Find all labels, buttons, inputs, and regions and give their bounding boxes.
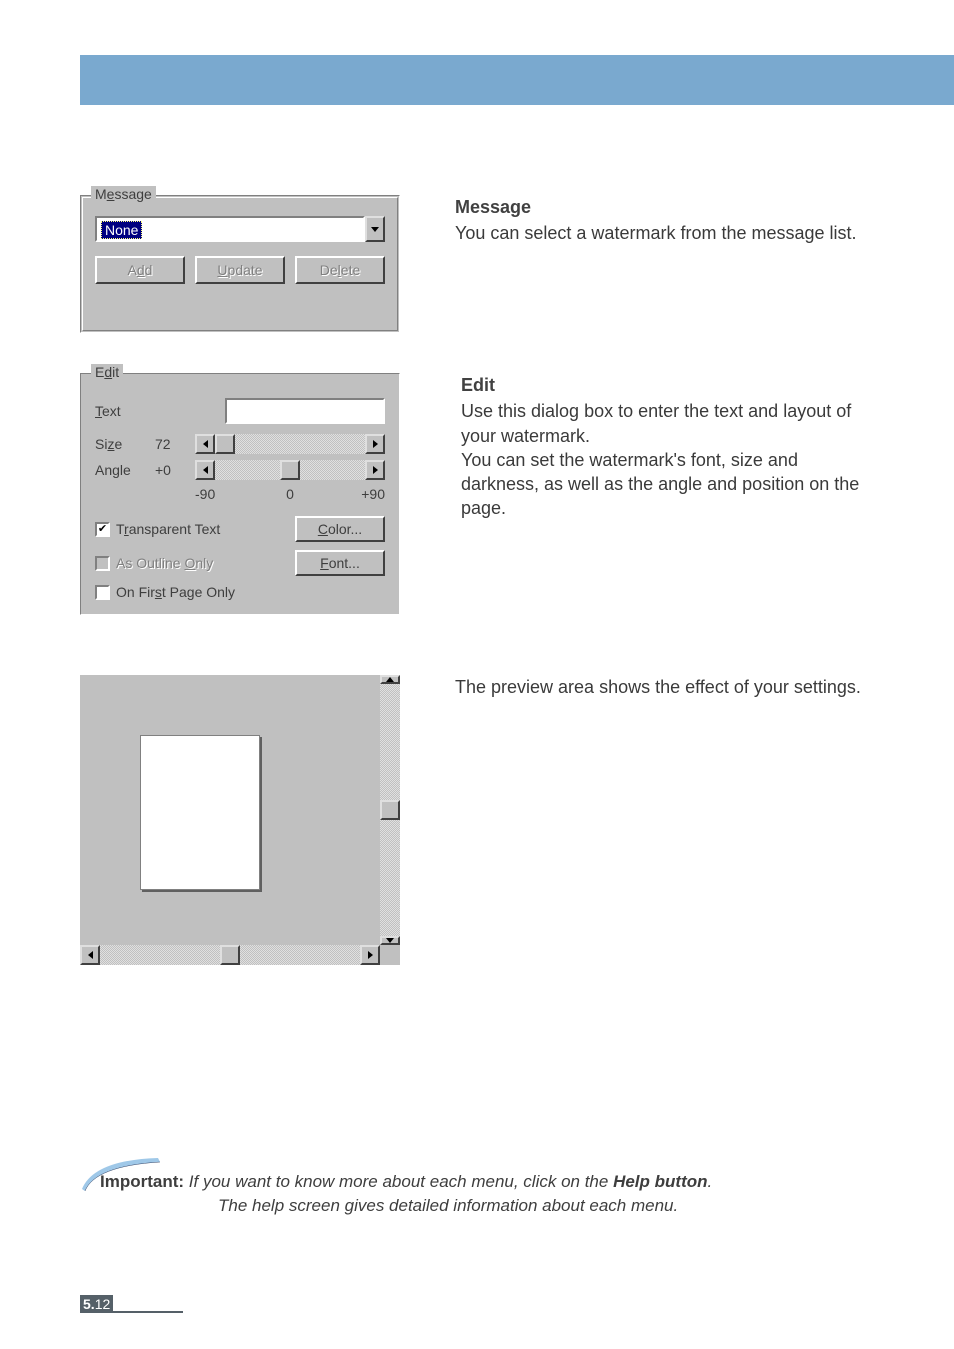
angle-value: +0 (155, 462, 195, 478)
firstpage-label: On First Page Only (116, 584, 235, 600)
preview-panel (80, 675, 400, 965)
message-dropdown-arrow[interactable] (365, 216, 385, 242)
preview-hscrollbar[interactable] (80, 945, 380, 965)
header-band (80, 55, 954, 105)
footer-rule (113, 1311, 183, 1313)
scroll-left-icon[interactable] (195, 460, 215, 480)
text-input[interactable] (225, 398, 385, 424)
note-line2: The help screen gives detailed informati… (100, 1194, 874, 1219)
font-button[interactable]: Font... (295, 550, 385, 576)
scroll-corner (380, 945, 400, 965)
scroll-left-icon[interactable] (80, 945, 100, 965)
message-dropdown-value: None (101, 221, 142, 239)
delete-button[interactable]: Delete (295, 256, 385, 284)
preview-canvas (80, 675, 380, 945)
firstpage-checkbox[interactable] (95, 585, 110, 600)
text-label: Text (95, 403, 155, 419)
preview-body: The preview area shows the effect of you… (455, 675, 874, 699)
edit-body-1: Use this dialog box to enter the text an… (461, 399, 874, 448)
size-label: Size (95, 436, 155, 452)
page-footer: 5.12 (80, 1295, 183, 1313)
angle-scrollbar[interactable] (195, 460, 385, 480)
message-group-legend: Message (91, 186, 156, 202)
scroll-left-icon[interactable] (195, 434, 215, 454)
edit-body-2: You can set the watermark's font, size a… (461, 448, 874, 521)
important-note: Important: If you want to know more abou… (100, 1170, 874, 1219)
size-value: 72 (155, 436, 195, 452)
edit-heading: Edit (461, 373, 874, 397)
edit-group-legend: Edit (91, 364, 123, 380)
outline-label: As Outline Only (116, 555, 213, 571)
preview-section: The preview area shows the effect of you… (80, 675, 874, 965)
size-scrollbar[interactable] (195, 434, 385, 454)
scroll-up-icon[interactable] (380, 675, 400, 684)
message-groupbox: Message None Add Update Delete (80, 195, 400, 333)
edit-groupbox: Edit Text Size 72 Angle +0 (80, 373, 400, 615)
message-dropdown[interactable]: None (95, 216, 365, 242)
preview-page (140, 735, 260, 890)
note-line1b: . (708, 1172, 713, 1191)
scroll-right-icon[interactable] (365, 434, 385, 454)
help-button-text: Help button (613, 1172, 707, 1191)
angle-label: Angle (95, 462, 155, 478)
message-body: You can select a watermark from the mess… (455, 221, 874, 245)
message-section: Message None Add Update Delete (80, 195, 874, 333)
scroll-right-icon[interactable] (365, 460, 385, 480)
chevron-down-icon (371, 227, 379, 232)
outline-checkbox[interactable] (95, 556, 110, 571)
edit-section: Edit Text Size 72 Angle +0 (80, 373, 874, 615)
preview-vscrollbar[interactable] (380, 675, 400, 945)
add-button[interactable]: Add (95, 256, 185, 284)
scroll-right-icon[interactable] (360, 945, 380, 965)
scroll-down-icon[interactable] (380, 936, 400, 945)
angle-scale: -90 0 +90 (95, 486, 385, 502)
transparent-label: Transparent Text (116, 521, 220, 537)
message-heading: Message (455, 195, 874, 219)
update-button[interactable]: Update (195, 256, 285, 284)
transparent-checkbox[interactable]: ✔ (95, 522, 110, 537)
note-line1a: If you want to know more about each menu… (189, 1172, 613, 1191)
important-label: Important: (100, 1172, 184, 1191)
page-number-box: 5.12 (80, 1295, 113, 1313)
color-button[interactable]: Color... (295, 516, 385, 542)
